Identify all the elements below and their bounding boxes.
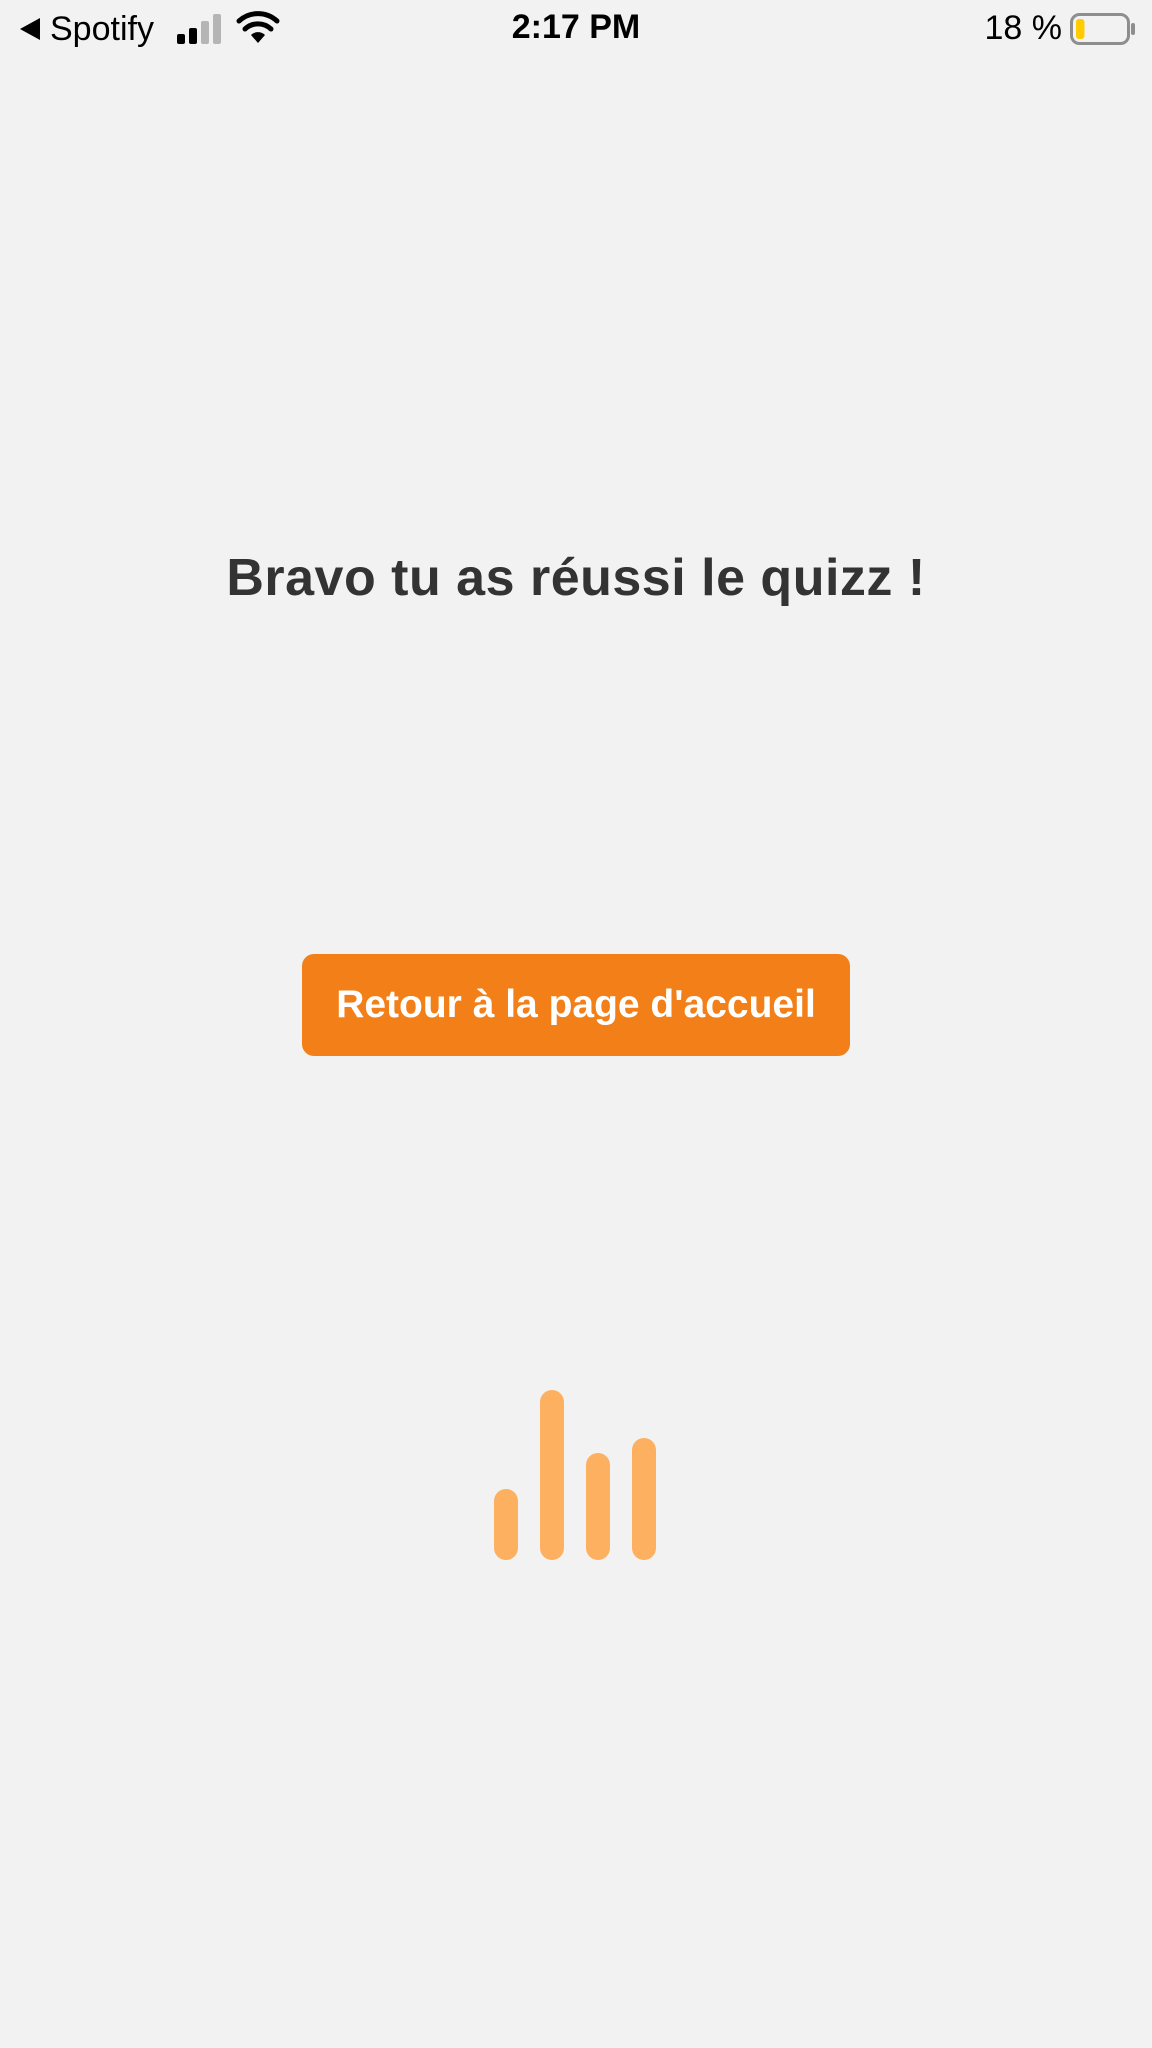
loader-bar xyxy=(632,1438,656,1560)
loader-bar xyxy=(540,1390,564,1560)
battery-percentage: 18 % xyxy=(984,9,1063,47)
back-to-home-button[interactable]: Retour à la page d'accueil xyxy=(302,954,850,1056)
loader-bar xyxy=(494,1489,518,1560)
quiz-success-title: Bravo tu as réussi le quizz ! xyxy=(226,549,926,607)
loader-bar xyxy=(586,1453,610,1560)
quiz-result-screen: Spotify 2:17 PM 18 % Bravo tu as réussi … xyxy=(0,0,1152,2048)
battery-icon xyxy=(1070,13,1135,45)
status-bar: Spotify 2:17 PM 18 % xyxy=(0,0,1152,58)
audio-loader-icon xyxy=(490,1380,662,1560)
status-time: 2:17 PM xyxy=(511,8,641,46)
